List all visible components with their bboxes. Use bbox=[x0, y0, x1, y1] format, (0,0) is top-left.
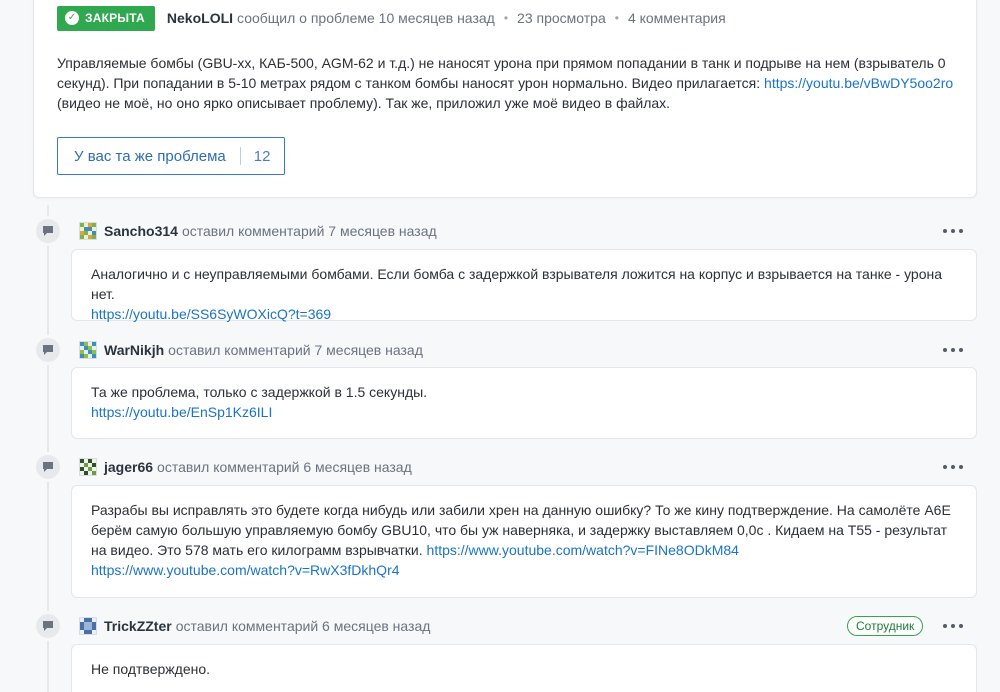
comment-meta: оставил комментарий 7 месяцев назад bbox=[168, 342, 423, 358]
comment-link[interactable]: https://www.youtube.com/watch?v=FINe8ODk… bbox=[427, 542, 739, 558]
topic-video-link[interactable]: https://youtu.be/vBwDY5oo2ro bbox=[764, 75, 953, 91]
comment-link[interactable]: https://www.youtube.com/watch?v=RwX3fDkh… bbox=[91, 562, 400, 578]
comment-meta: оставил комментарий 6 месяцев назад bbox=[175, 618, 431, 634]
topic-meta: ✓ ЗАКРЫТА NekoLOLI сообщил о проблеме 10… bbox=[57, 5, 726, 31]
meta-separator: • bbox=[614, 11, 619, 25]
comment-text: Аналогично и с неуправляемыми бомбами. Е… bbox=[91, 266, 943, 302]
check-circle-icon: ✓ bbox=[65, 11, 79, 25]
comment-body: Разрабы вы исправлять это будете когда н… bbox=[71, 485, 977, 598]
comment-body: Не подтверждено. bbox=[71, 644, 977, 692]
speech-bubble-icon bbox=[33, 216, 63, 246]
more-horizontal-icon[interactable] bbox=[943, 457, 963, 477]
comment-link[interactable]: https://youtu.be/SS6SyWOXicQ?t=369 bbox=[91, 306, 331, 322]
avatar[interactable] bbox=[79, 617, 97, 635]
topic-body: Управляемые бомбы (GBU-xx, КАБ-500, AGM-… bbox=[57, 53, 957, 113]
comment-header: WarNikjh оставил комментарий 7 месяцев н… bbox=[79, 340, 423, 360]
comment-author-link[interactable]: jager66 bbox=[104, 459, 153, 475]
comment-author-link[interactable]: Sancho314 bbox=[104, 223, 178, 239]
comments-count: 4 комментария bbox=[627, 10, 726, 26]
comment-meta: оставил комментарий 7 месяцев назад bbox=[181, 223, 437, 239]
comment-body: Аналогично и с неуправляемыми бомбами. Е… bbox=[71, 249, 977, 322]
status-badge: ✓ ЗАКРЫТА bbox=[57, 5, 155, 31]
speech-bubble-icon bbox=[33, 335, 63, 365]
comment-header: TrickZZter оставил комментарий 6 месяцев… bbox=[79, 616, 430, 636]
comment-header: Sancho314 оставил комментарий 7 месяцев … bbox=[79, 221, 437, 241]
meta-separator: • bbox=[503, 11, 509, 25]
speech-bubble-icon bbox=[33, 452, 63, 482]
topic-card: ✓ ЗАКРЫТА NekoLOLI сообщил о проблеме 10… bbox=[33, 0, 977, 198]
topic-action-text: сообщил о проблеме 10 месяцев назад bbox=[237, 10, 495, 26]
comment-header: jager66 оставил комментарий 6 месяцев на… bbox=[79, 457, 412, 477]
views-count: 23 просмотра bbox=[517, 10, 606, 26]
same-problem-button[interactable]: У вас та же проблема 12 bbox=[57, 137, 285, 175]
more-horizontal-icon[interactable] bbox=[943, 340, 963, 360]
avatar[interactable] bbox=[79, 341, 97, 359]
avatar[interactable] bbox=[79, 222, 97, 240]
topic-body-text-2: (видео не моё, но оно ярко описывает про… bbox=[57, 95, 671, 111]
avatar[interactable] bbox=[79, 458, 97, 476]
staff-badge: Сотрудник bbox=[847, 616, 924, 636]
same-problem-label: У вас та же проблема bbox=[74, 147, 226, 165]
topic-author-link[interactable]: NekoLOLI bbox=[167, 10, 233, 26]
comment-author-link[interactable]: TrickZZter bbox=[104, 618, 172, 634]
comment-link[interactable]: https://youtu.be/EnSp1Kz6ILI bbox=[91, 404, 272, 420]
comment-author-link[interactable]: WarNikjh bbox=[104, 342, 164, 358]
status-label: ЗАКРЫТА bbox=[85, 11, 145, 25]
comment-body: Та же проблема, только с задержкой в 1.5… bbox=[71, 367, 977, 439]
comment-text: Не подтверждено. bbox=[91, 661, 211, 677]
comment-meta: оставил комментарий 6 месяцев назад bbox=[157, 459, 412, 475]
more-horizontal-icon[interactable] bbox=[943, 221, 963, 241]
more-horizontal-icon[interactable] bbox=[943, 616, 963, 636]
comment-text: Та же проблема, только с задержкой в 1.5… bbox=[91, 384, 428, 400]
same-problem-count: 12 bbox=[253, 147, 271, 165]
speech-bubble-icon bbox=[33, 611, 63, 641]
